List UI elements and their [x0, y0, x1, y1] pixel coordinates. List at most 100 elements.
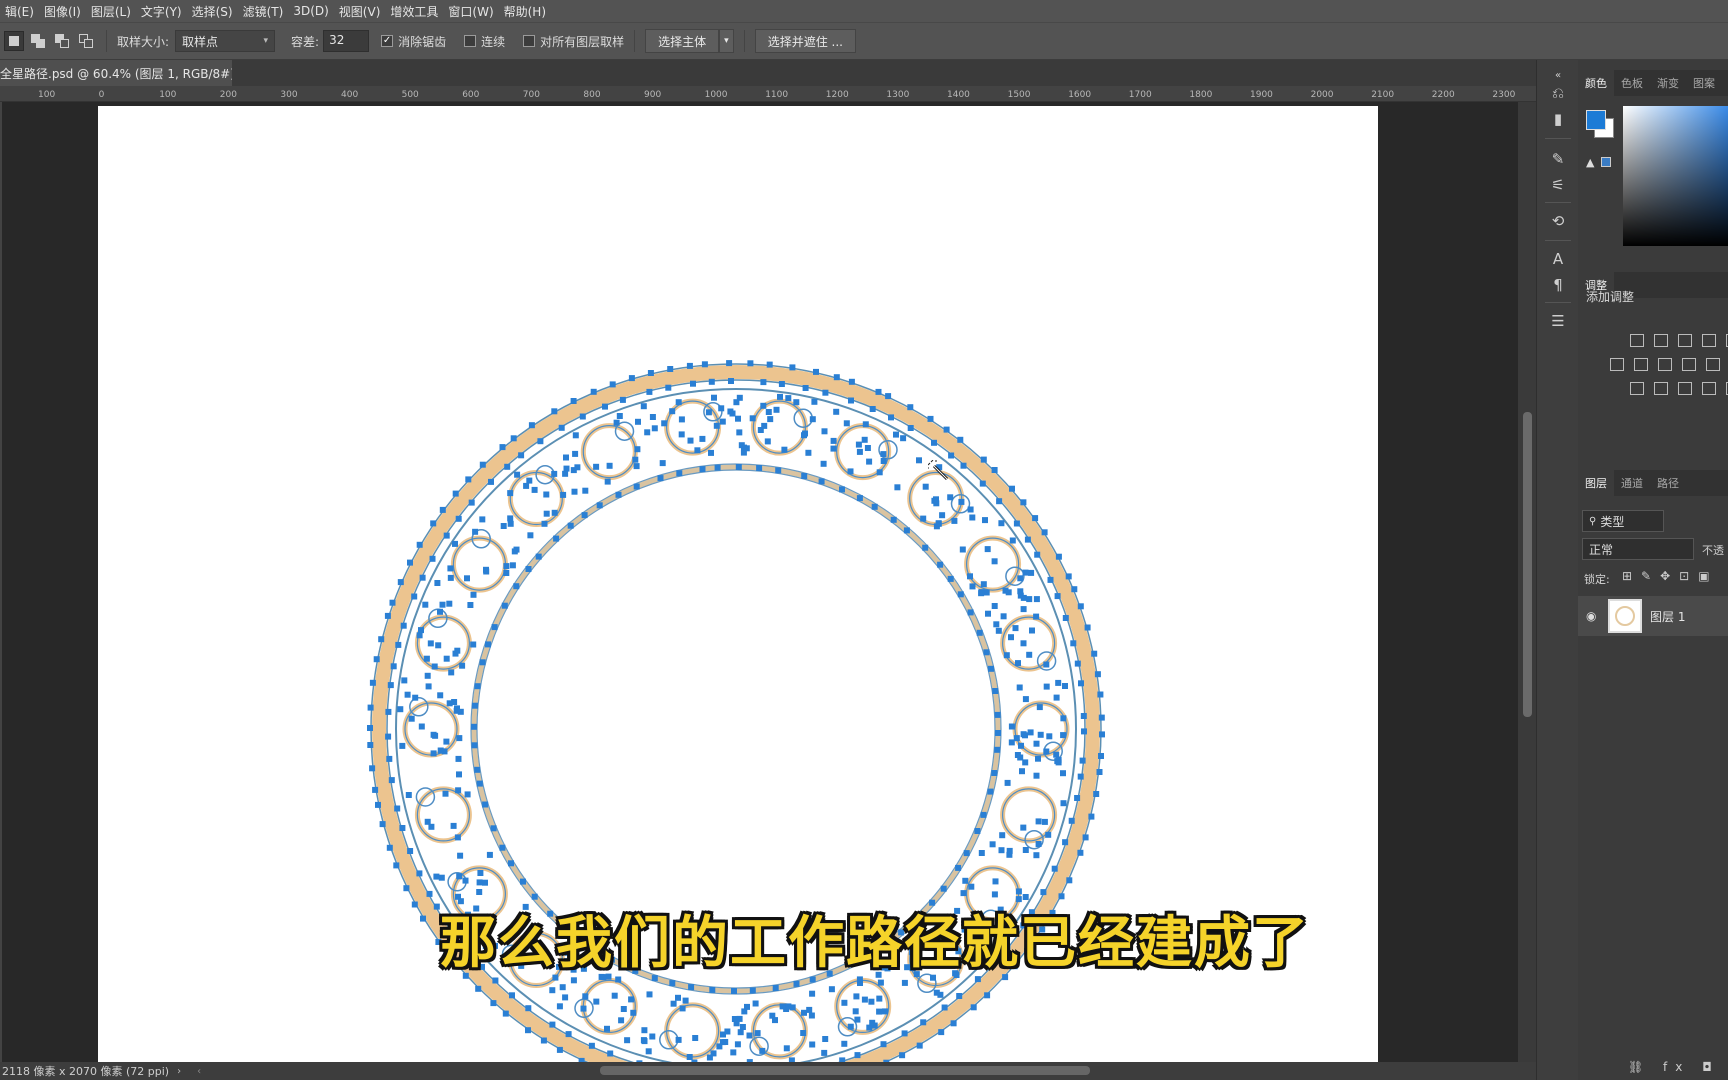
black-white-icon[interactable]: [1658, 358, 1672, 371]
path-anchor-point: [582, 993, 589, 1000]
subtract-selection-button[interactable]: [52, 31, 72, 51]
threshold-icon[interactable]: [1678, 382, 1692, 395]
layer-panel-actions[interactable]: ⛓ fx ◘ ◐: [1628, 1060, 1728, 1074]
intersect-selection-button[interactable]: [76, 31, 96, 51]
path-anchor-point: [978, 850, 985, 856]
menu-item[interactable]: 图层(L): [86, 3, 136, 20]
path-anchor-point: [678, 431, 685, 438]
menu-item[interactable]: 滤镜(T): [238, 3, 289, 20]
ruler-tick-label: 800: [583, 90, 601, 100]
channel-mixer-icon[interactable]: [1706, 358, 1720, 371]
path-anchor-point: [901, 1030, 908, 1037]
vertical-scrollbar[interactable]: [1518, 102, 1536, 1062]
color-balance-icon[interactable]: [1634, 358, 1648, 371]
tab-layers[interactable]: 图层: [1578, 470, 1614, 496]
path-anchor-point: [1055, 759, 1062, 766]
foreground-color-swatch[interactable]: [1586, 110, 1606, 130]
subtract-selection-icon: [55, 34, 69, 48]
menu-item[interactable]: 3D(D): [288, 4, 333, 18]
path-anchor-point: [394, 805, 401, 812]
path-anchor-point: [572, 450, 579, 457]
horizontal-ruler[interactable]: 100 0 100 200 300 400 500 600 700 800 900 1000 1100 1…: [0, 86, 1536, 102]
exposure-icon[interactable]: [1702, 334, 1716, 347]
blend-mode-select[interactable]: 正常: [1582, 538, 1694, 560]
color-picker-field[interactable]: [1623, 106, 1728, 246]
vertical-ruler[interactable]: [0, 102, 2, 1062]
tab-swatches[interactable]: 色板: [1614, 70, 1650, 96]
brush-icon[interactable]: ✎: [1547, 148, 1569, 170]
path-anchor-point: [407, 848, 414, 854]
brush-settings-icon[interactable]: ⚟: [1547, 174, 1569, 196]
lock-icons[interactable]: ⊞✎✥⊡▣: [1622, 569, 1719, 583]
curves-icon[interactable]: [1678, 334, 1692, 347]
path-anchor-point: [885, 393, 892, 400]
tolerance-input[interactable]: 32: [323, 30, 370, 52]
menu-item[interactable]: 辑(E): [0, 3, 39, 20]
sample-size-select[interactable]: 取样点 ▾: [175, 30, 276, 52]
menu-item[interactable]: 视图(V): [334, 3, 386, 20]
invert-icon[interactable]: [1630, 382, 1644, 395]
eye-icon[interactable]: ◉: [1586, 609, 1602, 623]
path-anchor-point: [1013, 520, 1020, 527]
path-anchor-point: [820, 460, 827, 467]
chevron-left-icon[interactable]: ‹: [197, 1066, 201, 1077]
all-layers-checkbox[interactable]: 对所有图层取样: [523, 33, 624, 50]
tab-paths[interactable]: 路径: [1650, 470, 1686, 496]
gamut-warning-icon[interactable]: ▲: [1586, 156, 1594, 169]
antialias-checkbox[interactable]: ✓ 消除锯齿: [381, 33, 446, 50]
menu-item[interactable]: 图像(I): [39, 3, 86, 20]
menu-item[interactable]: 选择(S): [187, 3, 238, 20]
layer-filter-select[interactable]: ⚲ 类型: [1582, 510, 1664, 532]
posterize-icon[interactable]: [1654, 382, 1668, 395]
path-anchor-point: [433, 873, 440, 880]
new-selection-button[interactable]: [4, 31, 24, 51]
select-and-mask-button[interactable]: 选择并遮住 ...: [754, 29, 856, 53]
tab-gradients[interactable]: 渐变: [1650, 70, 1686, 96]
levels-icon[interactable]: [1654, 334, 1668, 347]
scroll-thumb[interactable]: [1523, 412, 1532, 717]
contiguous-checkbox[interactable]: 连续: [464, 33, 505, 50]
properties-icon[interactable]: ☰: [1547, 310, 1569, 332]
ruler-tick-label: 100: [38, 90, 56, 100]
tab-channels[interactable]: 通道: [1614, 470, 1650, 496]
document-tab[interactable]: 全星路径.psd @ 60.4% (图层 1, RGB/8#) * ×: [0, 60, 232, 86]
separator: [1545, 202, 1571, 203]
tab-patterns[interactable]: 图案: [1686, 70, 1722, 96]
comment-icon[interactable]: ▮: [1547, 108, 1569, 130]
brightness-icon[interactable]: [1630, 334, 1644, 347]
path-anchor-point: [941, 1004, 948, 1011]
horizontal-scroll-thumb[interactable]: [600, 1066, 1090, 1075]
path-anchor-point: [649, 414, 656, 420]
path-anchor-point: [1018, 742, 1024, 749]
paragraph-icon[interactable]: ¶: [1547, 274, 1569, 296]
gradient-map-icon[interactable]: [1702, 382, 1716, 395]
select-subject-dropdown[interactable]: ▾: [719, 29, 734, 53]
select-subject-button[interactable]: 选择主体: [645, 29, 720, 53]
path-anchor-point: [862, 421, 869, 428]
layer-row[interactable]: ◉ 图层 1: [1578, 596, 1728, 636]
clone-source-icon[interactable]: ⟲: [1547, 210, 1569, 232]
path-anchor-point: [459, 662, 466, 669]
hue-saturation-icon[interactable]: [1610, 358, 1624, 371]
chevron-right-icon[interactable]: ›: [177, 1066, 181, 1077]
path-anchor-point: [983, 649, 990, 656]
character-icon[interactable]: A: [1547, 248, 1569, 270]
tab-color[interactable]: 颜色: [1578, 70, 1614, 96]
menu-item[interactable]: 文字(Y): [136, 3, 187, 20]
menu-item[interactable]: 帮助(H): [499, 3, 551, 20]
history-icon[interactable]: ⎌: [1547, 82, 1569, 104]
path-anchor-point: [1033, 596, 1040, 603]
path-anchor-point: [474, 766, 481, 773]
path-anchor-point: [841, 1040, 848, 1047]
menu-item[interactable]: 窗口(W): [443, 3, 498, 20]
add-to-selection-button[interactable]: [28, 31, 48, 51]
path-anchor-point: [482, 879, 488, 886]
path-anchor-point: [385, 708, 392, 715]
path-anchor-point: [609, 381, 616, 388]
photo-filter-icon[interactable]: [1682, 358, 1696, 371]
path-anchor-point: [967, 573, 973, 580]
path-anchor-point: [735, 464, 742, 470]
path-anchor-point: [767, 416, 774, 423]
menu-item[interactable]: 增效工具: [385, 3, 443, 20]
web-safe-color-swatch[interactable]: [1601, 157, 1611, 167]
